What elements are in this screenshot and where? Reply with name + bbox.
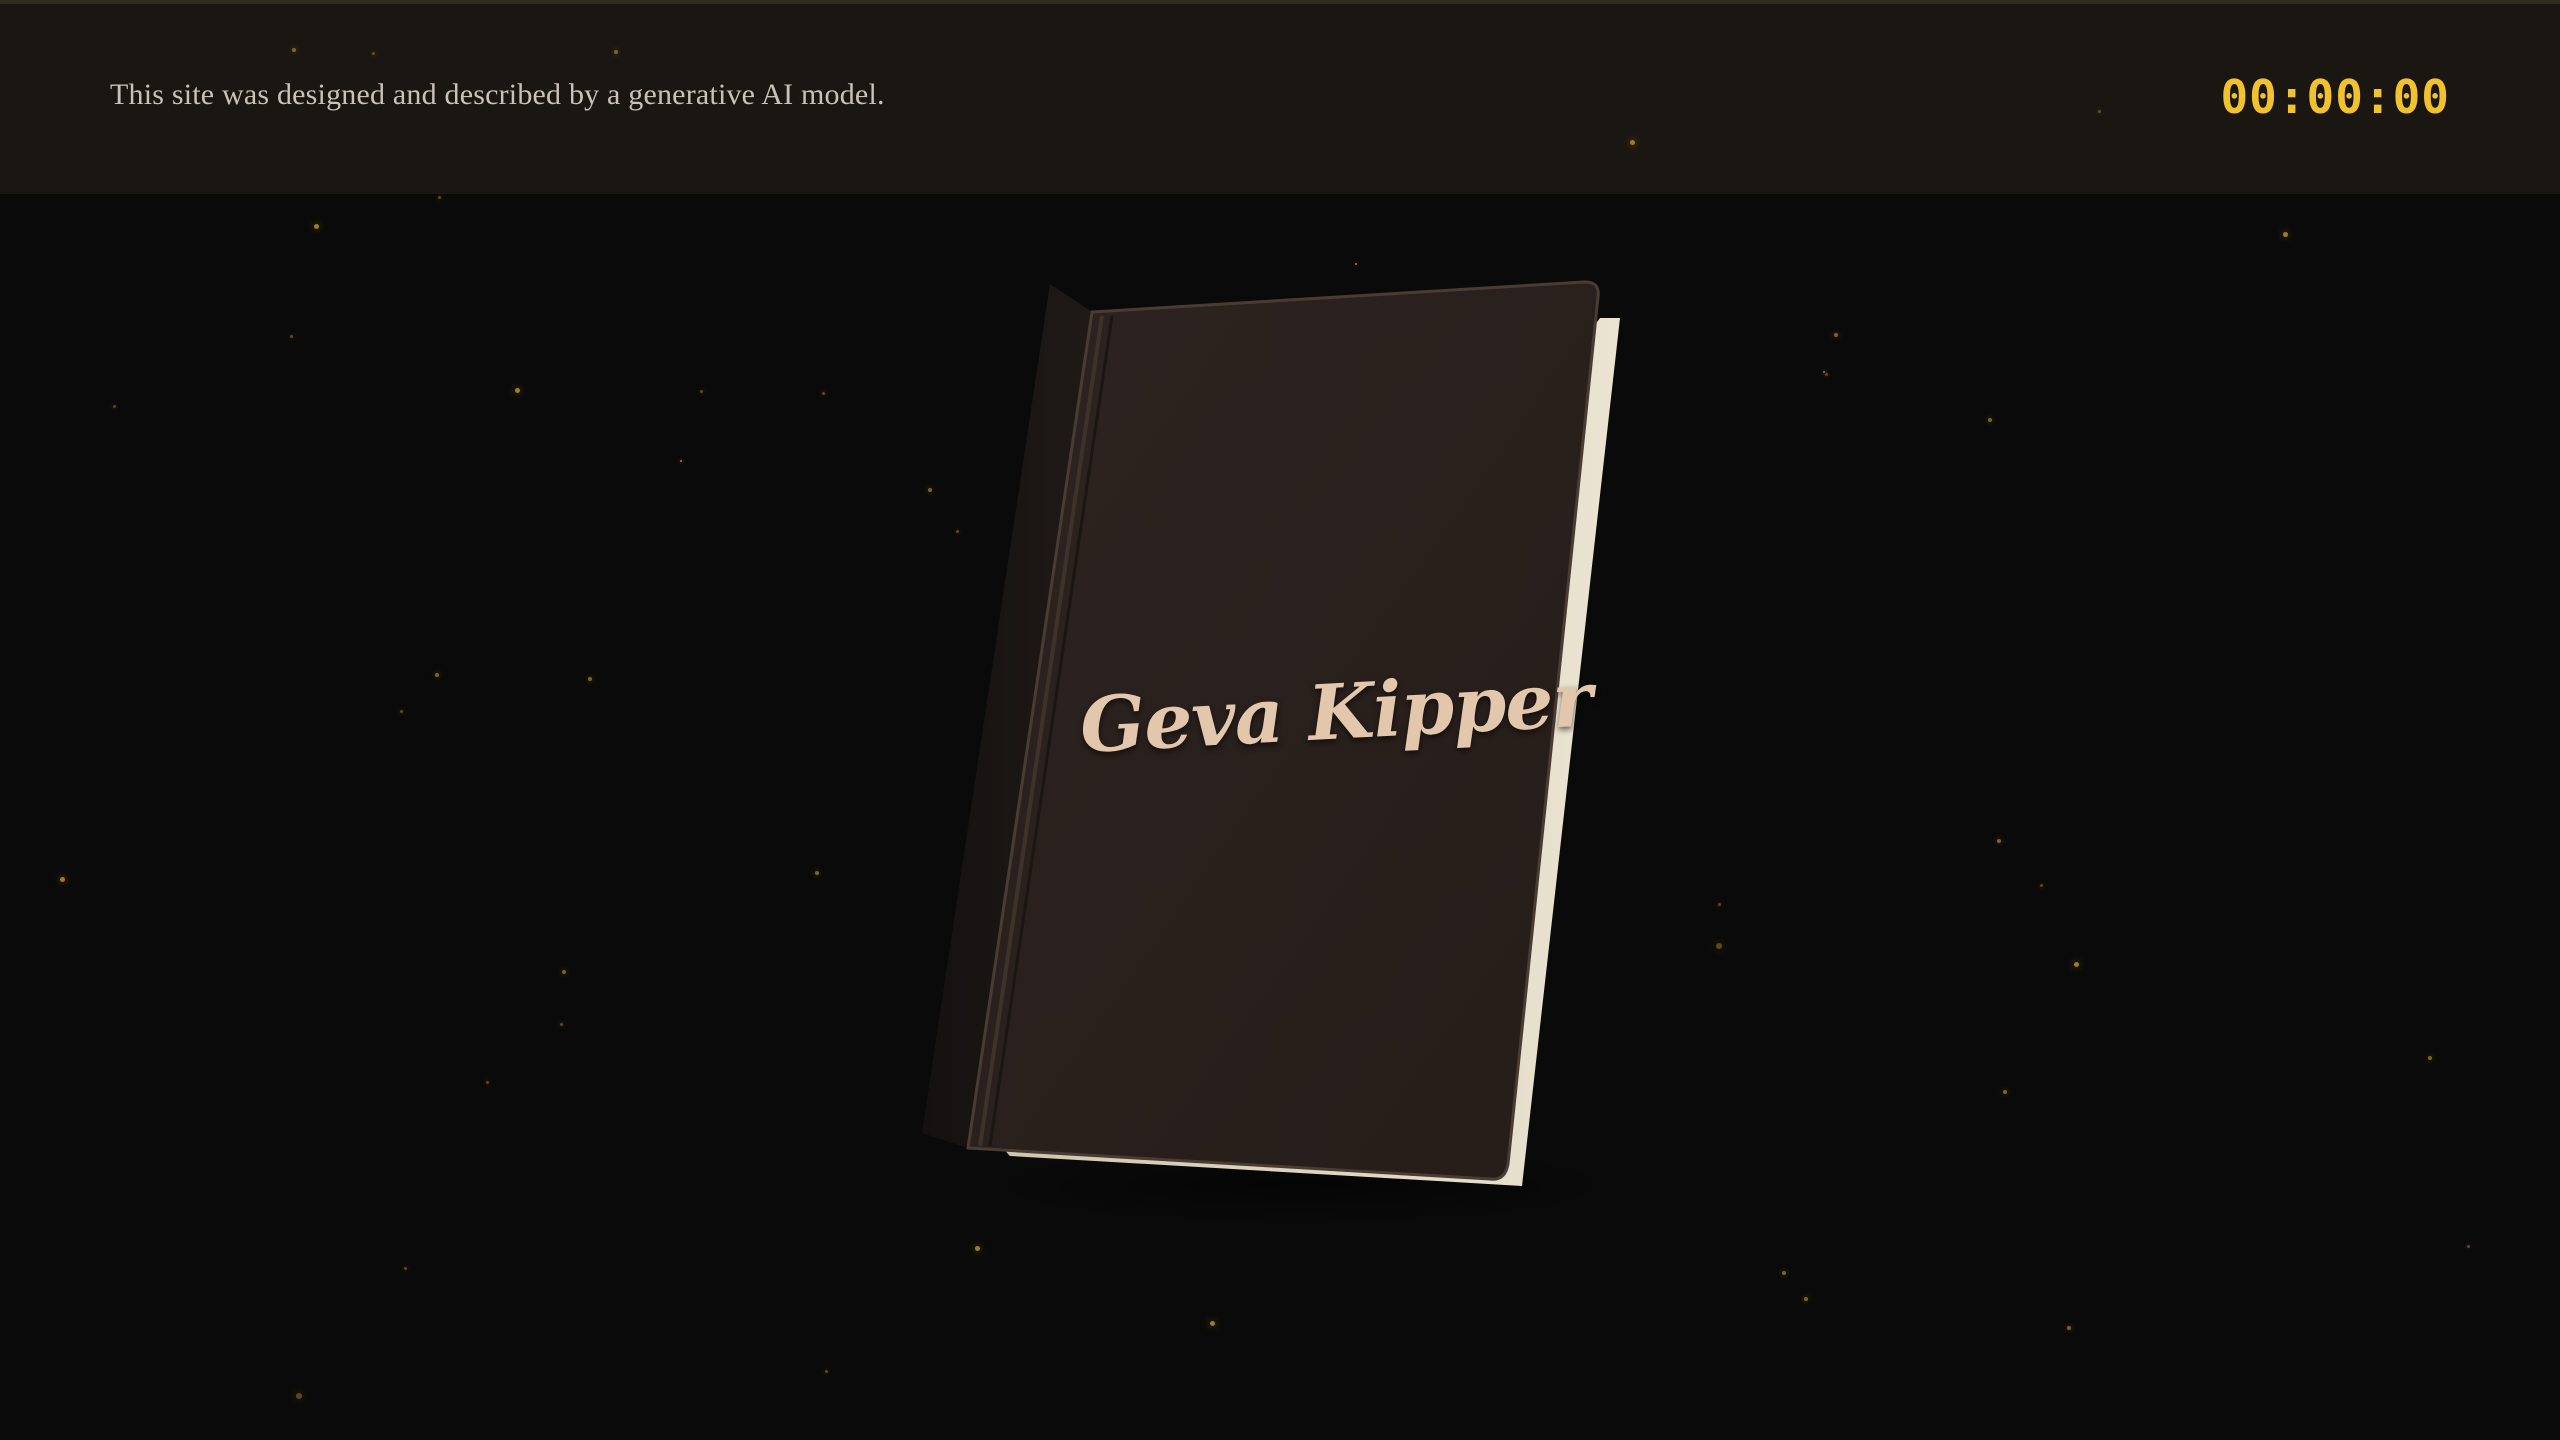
header-bar: This site was designed and described by …: [0, 0, 2560, 194]
ai-disclaimer-text: This site was designed and described by …: [110, 78, 885, 111]
elapsed-timer: 00:00:00: [2220, 70, 2450, 124]
book[interactable]: Geva Kipper: [0, 0, 2560, 1440]
page-stage: This site was designed and described by …: [0, 0, 2560, 1440]
